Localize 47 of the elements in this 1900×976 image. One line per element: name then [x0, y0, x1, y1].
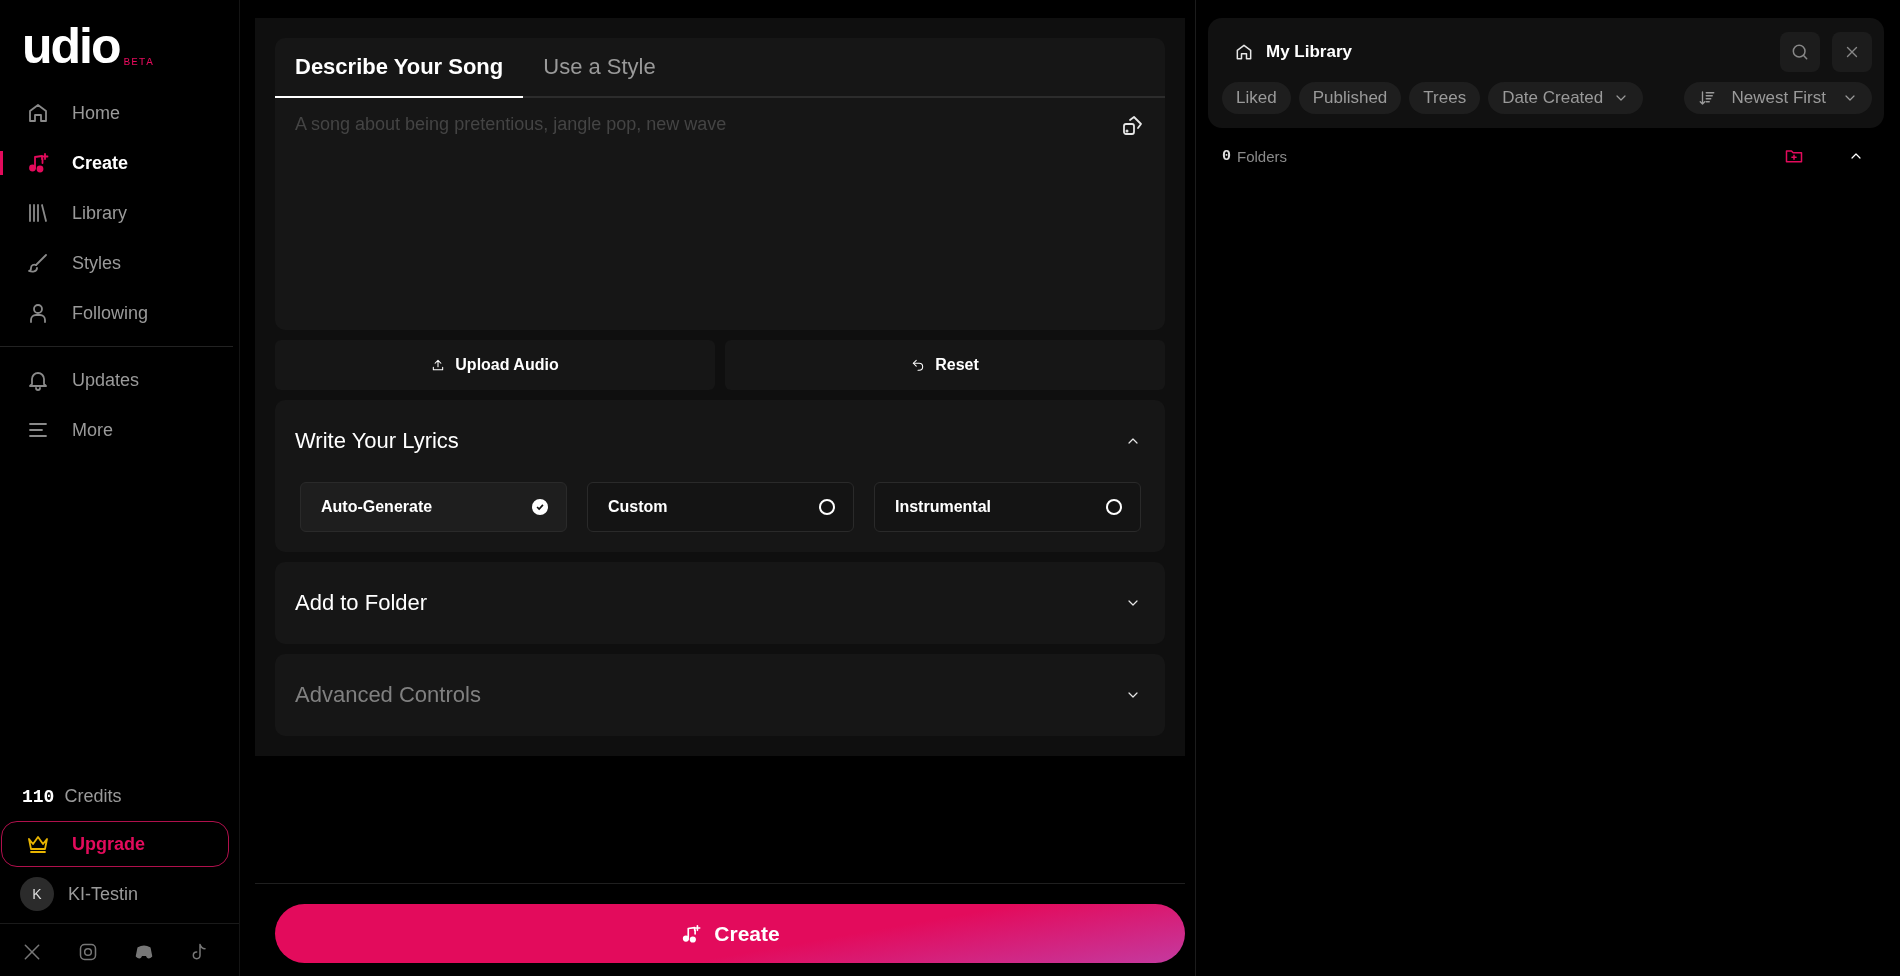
sort-descending-icon	[1697, 89, 1716, 107]
upload-audio-button[interactable]: Upload Audio	[275, 340, 715, 390]
folders-label: Folders	[1237, 147, 1288, 165]
nav-item[interactable]: Home	[0, 88, 239, 138]
x-logo-icon	[22, 942, 42, 962]
nav-item[interactable]: Library	[0, 188, 239, 238]
brush-icon	[26, 251, 50, 275]
music-note-plus-icon	[26, 151, 50, 175]
nav-item[interactable]: Following	[0, 288, 239, 338]
home-icon	[26, 101, 50, 125]
lyrics-option[interactable]: Custom	[587, 482, 854, 532]
credits-count: 110	[22, 787, 55, 807]
nav-item[interactable]: Updates	[0, 355, 239, 405]
section-title: Write Your Lyrics	[295, 428, 459, 454]
collapsible-section-header[interactable]: Add to Folder	[275, 562, 1165, 644]
filter-chip[interactable]: Trees	[1409, 82, 1481, 114]
tab[interactable]: Use a Style	[523, 38, 676, 98]
nav-item[interactable]: More	[0, 405, 239, 455]
reset-button[interactable]: Reset	[725, 340, 1165, 390]
sort-dropdown[interactable]: Newest First	[1683, 82, 1872, 114]
tab[interactable]: Describe Your Song	[275, 38, 524, 98]
search-button[interactable]	[1780, 32, 1820, 72]
camera-outline-icon	[78, 942, 98, 962]
filter-chip[interactable]: Liked	[1222, 82, 1291, 114]
music-note-plus-icon	[680, 922, 703, 945]
lyrics-option[interactable]: Auto-Generate	[300, 482, 567, 532]
upgrade-button[interactable]: Upgrade	[1, 821, 229, 867]
beta-label: BETA	[123, 56, 154, 68]
dice-icon	[1121, 114, 1145, 138]
search-icon	[1790, 42, 1810, 62]
upload-icon	[431, 358, 446, 372]
logo-wordmark: udio	[22, 24, 120, 68]
library-icon	[26, 201, 50, 225]
nav-item[interactable]: Create	[0, 138, 239, 188]
undo-arrow-icon	[911, 358, 926, 372]
filter-dropdown[interactable]: Date Created	[1488, 82, 1644, 114]
user-name[interactable]: KI-Testin	[68, 883, 139, 905]
credits-label: Credits	[64, 786, 122, 807]
library-title: My Library	[1266, 42, 1352, 62]
home-icon	[1234, 42, 1254, 62]
nav-item[interactable]: Styles	[0, 238, 239, 288]
folder-count: 0	[1222, 147, 1231, 165]
create-button[interactable]: Create	[275, 904, 1185, 963]
active-indicator	[0, 151, 3, 175]
lyrics-option[interactable]: Instrumental	[874, 482, 1141, 532]
filter-chip[interactable]: Published	[1298, 82, 1402, 114]
user-avatar[interactable]: K	[20, 877, 54, 911]
